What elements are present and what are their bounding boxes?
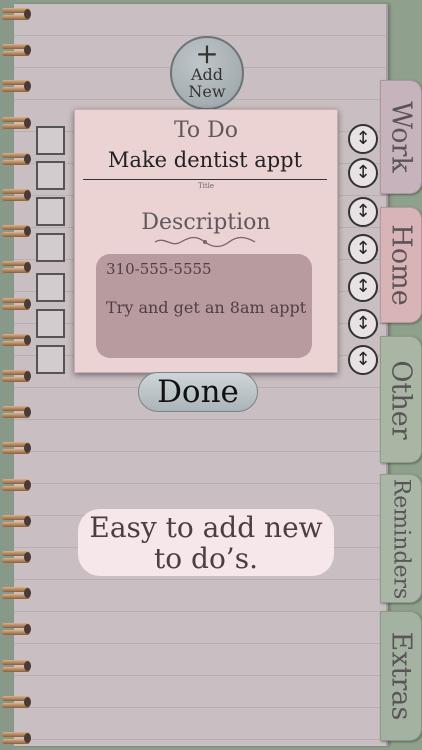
binder-ring: [2, 694, 31, 710]
binder-ring: [2, 658, 31, 674]
tab-extras-label: Extras: [385, 631, 417, 721]
title-underline: [83, 179, 327, 180]
add-new-button[interactable]: + Add New: [170, 36, 244, 110]
binder-ring: [2, 296, 31, 312]
todo-edit-dialog: To Do Make dentist appt Title Descriptio…: [74, 109, 338, 373]
tab-reminders-label: Reminders: [388, 478, 414, 599]
reorder-arrows-icon[interactable]: ↕: [348, 234, 378, 264]
reorder-arrows-icon[interactable]: ↕: [348, 124, 378, 154]
description-line-phone: 310-555-5555: [106, 260, 212, 278]
done-button[interactable]: Done: [138, 372, 258, 412]
binder-ring: [2, 513, 31, 529]
binder-ring: [2, 730, 31, 746]
reorder-arrows-icon[interactable]: ↕: [348, 272, 378, 302]
promo-caption-line2: to do’s.: [154, 542, 258, 575]
todo-checkbox[interactable]: [36, 309, 65, 338]
binder-ring: [2, 440, 31, 456]
description-heading: Description: [141, 210, 271, 235]
reorder-arrows-icon[interactable]: ↕: [348, 345, 378, 375]
tab-other-label: Other: [385, 359, 417, 440]
plus-icon: +: [195, 37, 219, 70]
description-line-note: Try and get an 8am appt: [106, 298, 307, 317]
binder-ring: [2, 259, 31, 275]
todo-checkbox[interactable]: [36, 126, 65, 155]
promo-caption: Easy to add new to do’s.: [78, 509, 334, 576]
tab-other[interactable]: Other: [380, 336, 422, 463]
reorder-arrows-icon[interactable]: ↕: [348, 197, 378, 227]
dialog-heading: To Do: [173, 118, 239, 143]
reorder-arrows-icon[interactable]: ↕: [348, 309, 378, 339]
binder-ring: [2, 332, 31, 348]
binder-ring: [2, 549, 31, 565]
todo-checkbox[interactable]: [36, 273, 65, 302]
todo-checkbox[interactable]: [36, 161, 65, 190]
description-field[interactable]: 310-555-5555 Try and get an 8am appt: [96, 254, 312, 358]
tab-work-label: Work: [385, 101, 417, 173]
add-new-label-line2: New: [188, 82, 226, 101]
title-field[interactable]: Make dentist appt: [83, 148, 327, 172]
tab-extras[interactable]: Extras: [380, 611, 422, 741]
binder-ring: [2, 78, 31, 94]
title-caption: Title: [197, 182, 215, 190]
binder-ring: [2, 368, 31, 384]
promo-caption-line1: Easy to add new: [89, 511, 323, 544]
binder-ring: [2, 187, 31, 203]
binder-ring: [2, 477, 31, 493]
tab-home[interactable]: Home: [380, 207, 422, 323]
binder-ring: [2, 223, 31, 239]
tab-work[interactable]: Work: [380, 80, 422, 194]
tab-reminders[interactable]: Reminders: [380, 474, 422, 603]
binder-ring: [2, 6, 31, 22]
todo-checkbox[interactable]: [36, 197, 65, 226]
tab-home-label: Home: [385, 224, 417, 306]
binder-ring: [2, 151, 31, 167]
flourish-ornament-icon: [154, 236, 256, 248]
binder-ring: [2, 621, 31, 637]
reorder-arrows-icon[interactable]: ↕: [348, 158, 378, 188]
binder-ring: [2, 585, 31, 601]
todo-checkbox[interactable]: [36, 345, 65, 374]
todo-checkbox[interactable]: [36, 233, 65, 262]
binder-ring: [2, 404, 31, 420]
binder-ring: [2, 42, 31, 58]
binder-ring: [2, 115, 31, 131]
